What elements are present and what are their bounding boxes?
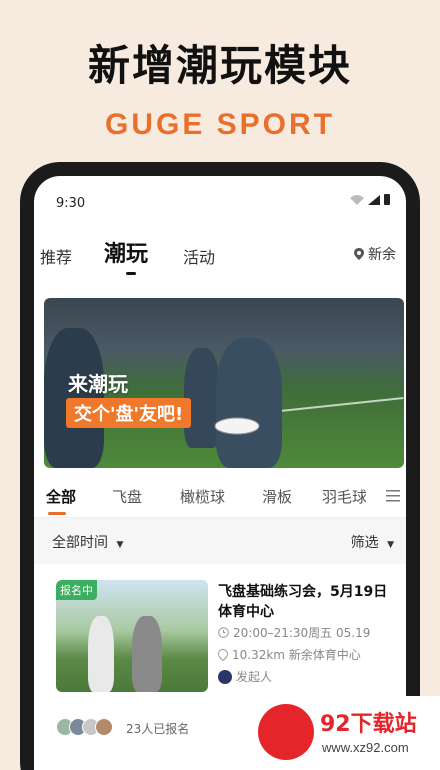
time-filter-label: 全部时间: [52, 535, 108, 551]
activity-location: 10.32km 新余体育中心: [218, 646, 361, 663]
filter-row: 全部时间 ▼ 筛选 ▼: [34, 518, 406, 564]
caret-down-icon: ▼: [116, 540, 124, 550]
tab-recommend[interactable]: 推荐: [40, 244, 72, 268]
participant-avatars[interactable]: [56, 718, 113, 736]
status-badge: 报名中: [56, 580, 97, 600]
brand-name: GUGE SPORT: [104, 108, 336, 141]
battery-icon: [384, 194, 390, 205]
category-skateboard[interactable]: 滑板: [262, 486, 292, 507]
signup-count: 23人已报名: [126, 722, 190, 736]
activity-location-text: 10.32km 新余体育中心: [232, 648, 361, 662]
activity-organizer[interactable]: 发起人: [218, 668, 272, 685]
organizer-avatar: [218, 669, 232, 684]
caret-down-icon: ▼: [387, 540, 394, 550]
organizer-label: 发起人: [236, 670, 273, 684]
wifi-icon: [350, 194, 364, 205]
category-rugby[interactable]: 橄榄球: [180, 486, 225, 507]
clock-icon: [218, 627, 229, 638]
status-icons: [350, 194, 390, 205]
activity-title: 飞盘基础练习会，5月19日体育中心: [218, 584, 388, 620]
active-category-indicator: [48, 512, 66, 515]
player-silhouette: [132, 616, 162, 692]
player-silhouette: [88, 616, 114, 692]
active-tab-indicator: [126, 272, 136, 275]
location-pin-icon: [354, 248, 364, 260]
player-silhouette: [216, 338, 282, 468]
filter-dropdown[interactable]: 筛选 ▼: [351, 532, 394, 552]
location-pin-icon: [218, 648, 228, 661]
frisbee-icon: [214, 417, 260, 435]
banner-subtitle: 交个'盘'友吧!: [66, 398, 192, 428]
menu-icon[interactable]: [386, 490, 400, 502]
filter-label: 筛选: [350, 535, 379, 551]
watermark-url: www.xz92.com: [322, 740, 409, 755]
city-selector[interactable]: 新余: [354, 244, 396, 264]
status-bar: 9:30: [56, 192, 390, 212]
time-filter-dropdown[interactable]: 全部时间 ▼: [52, 532, 123, 552]
signal-icon: [368, 194, 380, 205]
city-label: 新余: [368, 247, 396, 263]
category-frisbee[interactable]: 飞盘: [112, 486, 142, 507]
watermark-logo-icon: [258, 704, 314, 760]
promo-headline: 新增潮玩模块: [87, 41, 352, 90]
activity-time: 20:00–21:30周五 05.19: [218, 624, 370, 641]
top-nav: 推荐 潮玩 活动 新余: [40, 234, 396, 275]
category-tabs: 全部 飞盘 橄榄球 滑板 羽毛球: [34, 482, 406, 518]
category-all[interactable]: 全部: [46, 486, 76, 507]
status-time: 9:30: [56, 196, 86, 211]
app-screen: 9:30 推荐 潮玩 活动 新余 来潮玩 交个'盘'友吧! 全部 飞盘 橄榄球 …: [34, 176, 406, 770]
watermark-title: 92下载站: [320, 712, 417, 737]
promo-banner[interactable]: 来潮玩 交个'盘'友吧!: [44, 298, 404, 468]
banner-title: 来潮玩: [68, 372, 128, 396]
activity-time-text: 20:00–21:30周五 05.19: [233, 626, 371, 640]
activity-image: 报名中: [56, 580, 208, 692]
avatar: [95, 718, 113, 736]
category-badminton[interactable]: 羽毛球: [322, 486, 366, 507]
tab-trend-play[interactable]: 潮玩: [104, 236, 148, 268]
watermark: 92下载站 www.xz92.com: [248, 696, 440, 770]
tab-activity[interactable]: 活动: [183, 244, 215, 268]
